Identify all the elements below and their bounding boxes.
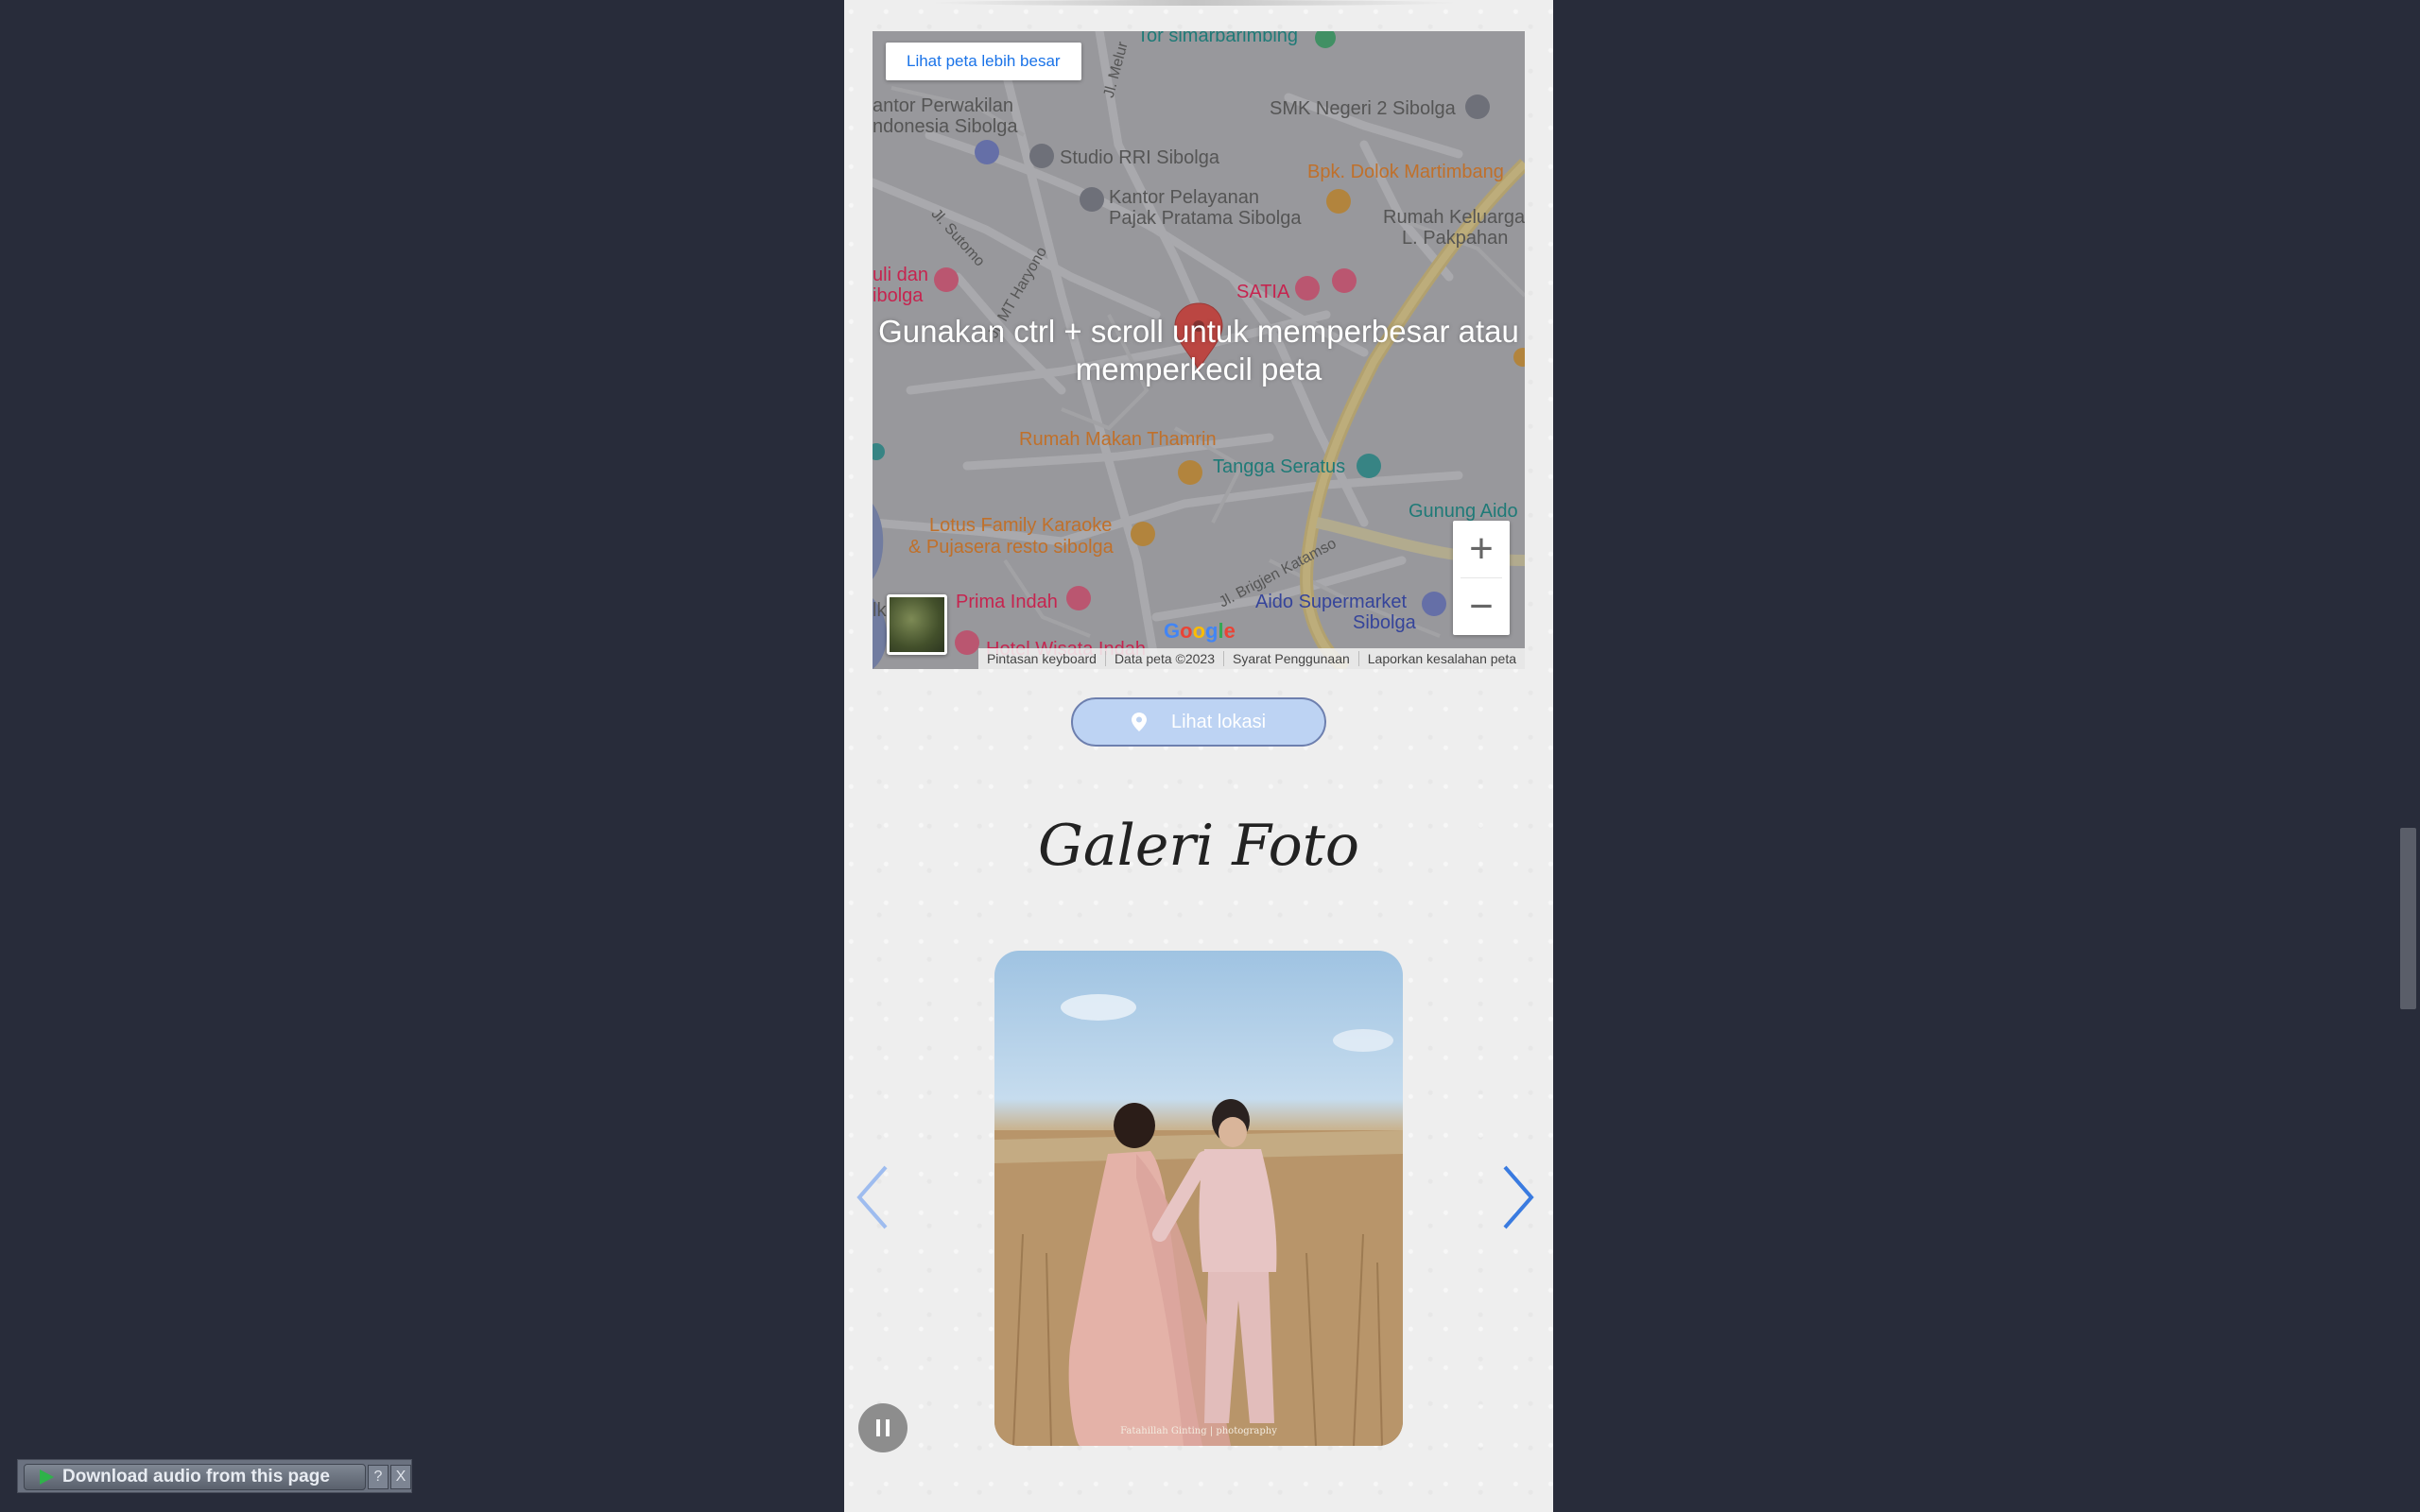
terms-link[interactable]: Syarat Penggunaan <box>1223 651 1358 666</box>
play-icon <box>40 1469 54 1485</box>
place-label: Tor simarbarimbing <box>1137 31 1299 46</box>
embedded-map[interactable]: Jl. Melur Jl. Sutomo Jl. MT Haryono Jl. … <box>873 31 1525 669</box>
place-label: Studio RRI Sibolga <box>1060 147 1219 168</box>
place-label: antor Perwakilan <box>873 95 1013 116</box>
place-label: Tangga Seratus <box>1213 456 1346 477</box>
close-button[interactable]: X <box>390 1465 411 1489</box>
view-location-label: Lihat lokasi <box>1170 711 1267 732</box>
place-label: Lotus Family Karaoke <box>929 515 1113 536</box>
place-label: Rumah Makan Thamrin <box>1019 429 1217 450</box>
gallery-title: Galeri Foto <box>1037 813 1360 879</box>
place-label: Rumah Keluarga <box>1383 207 1525 228</box>
place-label: Bpk. Dolok Martimbang <box>1307 162 1504 182</box>
place-label: SMK Negeri 2 Sibolga <box>1270 98 1456 119</box>
satellite-toggle[interactable] <box>887 594 947 655</box>
download-audio-button[interactable]: Download audio from this page <box>24 1464 366 1490</box>
location-pin-icon <box>1131 713 1147 731</box>
view-location-button[interactable]: Lihat lokasi <box>1071 697 1326 747</box>
place-label: uli dan <box>873 265 928 285</box>
music-pause-button[interactable] <box>858 1403 908 1452</box>
map-attribution: Pintasan keyboard Data peta ©2023 Syarat… <box>977 648 1525 669</box>
place-label: ibolga <box>873 285 924 306</box>
couple-photo-illustration <box>994 994 1403 1446</box>
next-arrow-icon[interactable] <box>1501 1165 1535 1229</box>
scrollbar-thumb[interactable] <box>2400 828 2416 1009</box>
view-larger-map-link[interactable]: Lihat peta lebih besar <box>886 43 1081 80</box>
download-audio-label: Download audio from this page <box>62 1467 330 1486</box>
invitation-panel: Jl. Melur Jl. Sutomo Jl. MT Haryono Jl. … <box>844 0 1553 1512</box>
keyboard-shortcuts-link[interactable]: Pintasan keyboard <box>978 651 1105 666</box>
report-error-link[interactable]: Laporkan kesalahan peta <box>1357 651 1525 666</box>
place-label: Gunung Aido <box>1409 501 1518 522</box>
zoom-out-button[interactable]: − <box>1453 578 1510 635</box>
place-label: Sibolga <box>1353 612 1416 633</box>
map-scroll-hint: Gunakan ctrl + scroll untuk memperbesar … <box>878 314 1519 387</box>
map-data-text: Data peta ©2023 <box>1104 651 1223 666</box>
place-label: Pajak Pratama Sibolga <box>1109 208 1302 229</box>
page-scrollbar[interactable] <box>2396 0 2420 1512</box>
gallery-photo[interactable]: Fatahillah Ginting | photography <box>994 951 1403 1446</box>
divider-ornament <box>929 0 1459 6</box>
place-label: L. Pakpahan <box>1402 228 1509 249</box>
place-label: ndonesia Sibolga <box>873 116 1018 137</box>
photo-credit: Fatahillah Ginting | photography <box>1120 1426 1277 1436</box>
pause-icon <box>876 1419 890 1436</box>
previous-arrow-icon[interactable] <box>856 1165 890 1229</box>
place-label: lk <box>873 600 887 621</box>
place-label: Kantor Pelayanan <box>1109 187 1260 208</box>
download-audio-toolbar: Download audio from this page ? X <box>17 1459 412 1493</box>
place-label: Aido Supermarket <box>1255 592 1408 612</box>
place-label: SATIA <box>1236 282 1290 302</box>
place-label: Prima Indah <box>956 592 1058 612</box>
help-button[interactable]: ? <box>368 1465 389 1489</box>
google-logo: Google <box>1164 619 1236 643</box>
place-label: & Pujasera resto sibolga <box>908 537 1114 558</box>
zoom-in-button[interactable]: + <box>1453 521 1510 577</box>
map-zoom-controls: + − <box>1453 521 1510 635</box>
